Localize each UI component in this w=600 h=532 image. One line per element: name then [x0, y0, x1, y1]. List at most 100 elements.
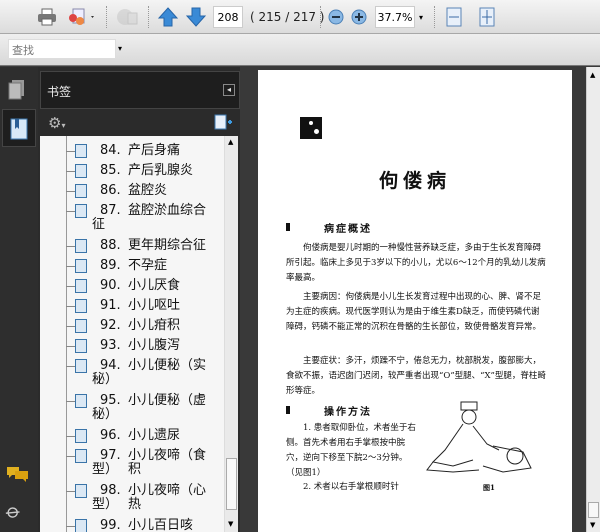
bookmark-label-wrap: 秘） — [92, 372, 119, 387]
bookmark-label: 小儿遗尿 — [128, 428, 181, 443]
bookmark-label: 小儿疳积 — [128, 318, 181, 333]
panel-header: 书签 ◂ — [40, 71, 240, 109]
bookmark-label: 小儿呕吐 — [128, 298, 181, 313]
bookmark-icon — [66, 449, 87, 463]
bookmark-icon — [66, 279, 87, 293]
bookmark-label: 小儿厌食 — [128, 278, 181, 293]
bookmark-list: ▲ ▼ 84. 产后身痛 85. 产后乳腺炎 86. 盆腔炎 87. 盆腔淤血综合征 88. 更年… — [40, 136, 238, 532]
bookmark-label: 产后身痛 — [128, 143, 181, 158]
bookmark-number: 91. — [100, 298, 121, 313]
next-page-icon[interactable] — [184, 6, 208, 28]
bookmark-label: 小儿夜啼（食积 — [128, 448, 207, 477]
paragraph: 主要症状：多汗，烦躁不宁，倦怠无力，枕部脱发，腹部膨大，食欲不振，语迟囱门迟闭，… — [286, 356, 546, 396]
fit-width-icon[interactable] — [443, 6, 465, 28]
document-view: 佝偻病 病症概述 佝偻病是婴儿时期的一种慢性营养缺乏症，多由于生长发育障碍所引起… — [240, 67, 586, 532]
bookmark-label: 盆腔炎 — [128, 183, 168, 198]
bookmark-number: 99. — [100, 518, 121, 532]
chapter-icon — [300, 117, 322, 139]
previous-page-icon[interactable] — [156, 6, 180, 28]
bookmark-label: 小儿腹泻 — [128, 338, 181, 353]
bookmark-icon — [66, 204, 87, 218]
find-dropdown-icon[interactable]: ▾ — [118, 44, 122, 53]
bookmark-icon — [66, 299, 87, 313]
comments-icon[interactable] — [6, 465, 30, 487]
bookmark-icon — [66, 144, 87, 158]
attachments-icon[interactable]: ⌀ — [2, 498, 27, 524]
bookmark-icon — [66, 484, 87, 498]
bookmark-number: 84. — [100, 143, 121, 158]
section-heading: 病症概述 — [324, 224, 372, 235]
bookmark-label: 小儿便秘（虚 — [128, 393, 207, 408]
fit-page-icon[interactable] — [476, 6, 498, 28]
bookmark-icon — [10, 118, 28, 140]
paragraph: 2. 术者以右手掌根顺时针 — [303, 482, 399, 492]
scrollbar-thumb[interactable] — [226, 458, 237, 510]
bookmark-icon — [66, 239, 87, 253]
document-page: 佝偻病 病症概述 佝偻病是婴儿时期的一种慢性营养缺乏症，多由于生长发育障碍所引起… — [258, 70, 572, 532]
bookmarks-tab[interactable] — [2, 109, 36, 147]
bookmark-number: 89. — [100, 258, 121, 273]
bookmark-number: 94. — [100, 358, 121, 373]
bookmark-label: 小儿夜啼（心热 — [128, 483, 207, 512]
bookmark-number: 87. — [100, 203, 121, 218]
bookmark-icon — [66, 429, 87, 443]
bookmark-number: 95. — [100, 393, 121, 408]
bookmark-label-wrap: 型） — [92, 497, 119, 512]
bookmark-list-scrollbar[interactable]: ▲ ▼ — [224, 136, 238, 532]
bookmark-icon — [66, 164, 87, 178]
bookmarks-panel: 书签 ◂ ⚙▾ ▲ ▼ 84. 产后身痛 85. 产后乳腺炎 86. 盆腔炎 87. 盆腔淤血… — [38, 67, 240, 532]
find-bar: 查找 ▾ — [0, 34, 600, 66]
chapter-title: 佝偻病 — [378, 170, 451, 192]
pages-icon[interactable] — [8, 79, 26, 105]
bookmark-icon — [66, 339, 87, 353]
bookmark-number: 96. — [100, 428, 121, 443]
zoom-in-icon[interactable] — [350, 6, 368, 28]
collapse-panel-button[interactable]: ◂ — [223, 84, 235, 96]
bookmark-label-wrap: 型） — [92, 462, 119, 477]
zoom-dropdown-icon[interactable]: ▾ — [416, 6, 426, 28]
bookmark-icon — [66, 394, 87, 408]
bookmark-icon — [66, 259, 87, 273]
bookmark-label: 不孕症 — [128, 258, 168, 273]
collaborate-icon[interactable] — [114, 6, 140, 28]
bookmark-number: 86. — [100, 183, 121, 198]
document-scrollbar[interactable]: ▲ ▼ — [586, 67, 600, 532]
panel-title: 书签 — [47, 85, 72, 99]
print-icon[interactable] — [35, 6, 59, 28]
page-number-input[interactable]: 208 — [213, 6, 243, 28]
bookmark-number: 90. — [100, 278, 121, 293]
paragraph: 佝偻病是婴儿时期的一种慢性营养缺乏症，多由于生长发育障碍所引起。临床上多见于3岁… — [286, 243, 546, 283]
new-bookmark-icon[interactable] — [214, 114, 232, 134]
bookmark-label-wrap: 秘） — [92, 407, 119, 422]
paragraph: 1. 患者取仰卧位，术者坐于右侧。首先术者用右手掌根按中脘穴，逆向下移至下脘2～… — [286, 423, 416, 478]
figure-caption: 图1 — [483, 483, 495, 492]
massage-illustration — [426, 401, 532, 473]
navigation-pane-buttons: ⌀ — [0, 67, 38, 532]
zoom-out-icon[interactable] — [327, 6, 345, 28]
section-heading: 操作方法 — [324, 407, 372, 418]
bookmark-icon — [66, 519, 87, 532]
find-input[interactable]: 查找 — [8, 39, 116, 59]
bookmark-label: 盆腔淤血综合 — [128, 203, 207, 218]
page-count: ( 215 / 217 ) — [250, 10, 325, 24]
bookmark-label-wrap: 征 — [92, 217, 106, 232]
zoom-level-input[interactable]: 37.7% — [375, 6, 415, 28]
options-gear-icon[interactable]: ⚙▾ — [48, 114, 65, 132]
bookmark-number: 93. — [100, 338, 121, 353]
bookmark-label: 小儿百日咳 — [128, 518, 194, 532]
bookmark-label: 小儿便秘（实 — [128, 358, 207, 373]
bookmark-number: 97. — [100, 448, 121, 463]
paragraph: 主要病因：佝偻病是小儿生长发育过程中出现的心、脾、肾不足为主症的疾病。现代医学则… — [286, 292, 542, 332]
bookmark-number: 98. — [100, 483, 121, 498]
bookmark-label: 更年期综合征 — [128, 238, 207, 253]
panel-toolbar: ⚙▾ — [40, 111, 240, 135]
bookmark-icon — [66, 359, 87, 373]
bookmark-label: 产后乳腺炎 — [128, 163, 194, 178]
bookmark-number: 85. — [100, 163, 121, 178]
bookmark-icon — [66, 319, 87, 333]
toolbar: 208 ( 215 / 217 ) 37.7% ▾ — [0, 0, 600, 34]
bookmark-icon — [66, 184, 87, 198]
document-scrollbar-thumb[interactable] — [588, 502, 599, 518]
share-icon[interactable] — [66, 6, 98, 28]
bookmark-number: 88. — [100, 238, 121, 253]
